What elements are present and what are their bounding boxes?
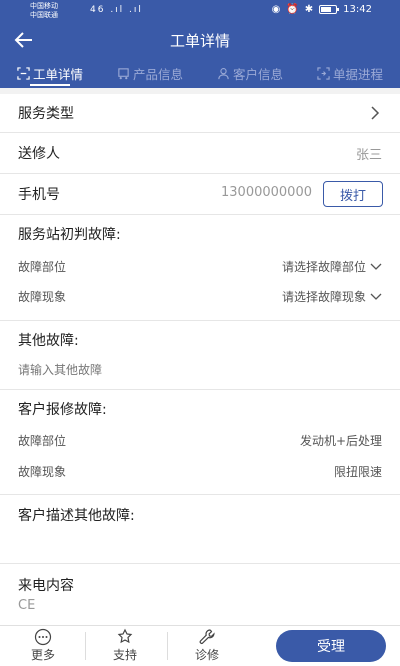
station-fault-title: 服务站初判故障: <box>18 227 121 243</box>
chevron-right-icon <box>371 106 380 120</box>
more-button[interactable]: 更多 <box>13 628 73 663</box>
phone-value: 13000000000 <box>221 185 312 200</box>
dial-button[interactable]: 拨打 <box>323 181 383 207</box>
diagnose-button[interactable]: 诊修 <box>177 628 237 663</box>
title-bar: 工单详情 <box>0 22 400 58</box>
phone-label: 手机号 <box>18 187 60 203</box>
customer-fault-title: 客户报修故障: <box>18 402 107 418</box>
tab-bar: 工单详情 产品信息 客户信息 单据进程 <box>0 58 400 88</box>
station-fault-section: 服务站初判故障: 故障部位 请选择故障部位 故障现象 请选择故障现象 <box>0 215 400 320</box>
chevron-down-icon <box>370 263 382 270</box>
other-fault-section: 其他故障: 请输入其他故障 <box>0 321 400 389</box>
accept-button[interactable]: 受理 <box>276 630 386 662</box>
diagnose-label: 诊修 <box>194 648 219 662</box>
tab-label: 客户信息 <box>232 66 283 82</box>
cust-other-title: 客户描述其他故障: <box>18 508 135 524</box>
incoming-label: 来电内容 <box>18 578 74 594</box>
fault-phenom-select[interactable]: 请选择故障现象 <box>282 288 382 305</box>
support-label: 支持 <box>112 648 137 662</box>
tab-label: 产品信息 <box>132 66 183 82</box>
fault-phenom-label: 故障现象 <box>18 290 67 304</box>
page-title: 工单详情 <box>169 32 230 50</box>
support-icon <box>117 628 133 644</box>
signal-indicators: 46 .ıl .ıl <box>90 5 143 15</box>
cust-part-value: 发动机+后处理 <box>299 434 382 448</box>
tab-product-info[interactable]: 产品信息 <box>100 58 200 88</box>
carrier-2: 中国联通 <box>30 11 58 19</box>
clock-time: 13:42 <box>343 4 372 15</box>
other-fault-input[interactable]: 请输入其他故障 <box>18 361 102 378</box>
incoming-call-section: 来电内容 CE <box>0 564 400 625</box>
carrier-1: 中国移动 <box>30 2 58 10</box>
fault-part-select[interactable]: 请选择故障部位 <box>282 258 382 275</box>
tab-document-process[interactable]: 单据进程 <box>300 58 400 88</box>
bottom-action-bar: 更多 支持 诊修 受理 <box>0 625 400 666</box>
fault-phenom-placeholder: 请选择故障现象 <box>281 290 366 304</box>
cust-part-label: 故障部位 <box>18 434 67 448</box>
divider <box>167 632 168 660</box>
sender-value: 张三 <box>355 148 382 163</box>
phone-row: 手机号 13000000000 拨打 <box>0 174 400 214</box>
tab-label: 工单详情 <box>32 66 83 82</box>
divider <box>85 632 86 660</box>
tab-customer-info[interactable]: 客户信息 <box>200 58 300 88</box>
support-button[interactable]: 支持 <box>95 628 155 663</box>
scan-icon <box>17 66 30 80</box>
customer-other-fault-section: 客户描述其他故障: <box>0 495 400 563</box>
tab-label: 单据进程 <box>332 66 383 82</box>
eye-icon: ◉ <box>271 4 281 15</box>
service-type-label: 服务类型 <box>18 106 74 122</box>
wrench-icon <box>199 629 215 644</box>
more-label: 更多 <box>30 648 55 662</box>
status-bar: 中国移动 中国联通 46 .ıl .ıl ◉ ⏰ ✱ 13:42 <box>0 0 400 22</box>
tab-order-detail[interactable]: 工单详情 <box>0 58 100 88</box>
chevron-down-icon <box>370 293 382 300</box>
sender-label: 送修人 <box>18 146 60 162</box>
process-icon <box>317 66 330 80</box>
cust-phenom-label: 故障现象 <box>18 465 67 479</box>
sender-row: 送修人 张三 <box>0 133 400 173</box>
person-icon <box>218 67 229 79</box>
bluetooth-icon: ✱ <box>304 4 314 15</box>
status-right: ◉ ⏰ ✱ 13:42 <box>272 4 372 15</box>
other-fault-title: 其他故障: <box>18 333 79 349</box>
customer-fault-section: 客户报修故障: 故障部位 发动机+后处理 故障现象 限扭限速 <box>0 390 400 494</box>
fault-part-placeholder: 请选择故障部位 <box>281 260 366 274</box>
incoming-value: CE <box>18 598 36 613</box>
alarm-icon: ⏰ <box>286 4 299 15</box>
more-icon <box>34 628 52 646</box>
battery-icon <box>319 5 340 14</box>
carrier-info: 中国移动 中国联通 <box>30 2 58 20</box>
cust-phenom-value: 限扭限速 <box>333 465 382 479</box>
fault-part-label: 故障部位 <box>18 260 67 274</box>
service-type-row[interactable]: 服务类型 <box>0 94 400 132</box>
truck-icon <box>118 67 129 79</box>
